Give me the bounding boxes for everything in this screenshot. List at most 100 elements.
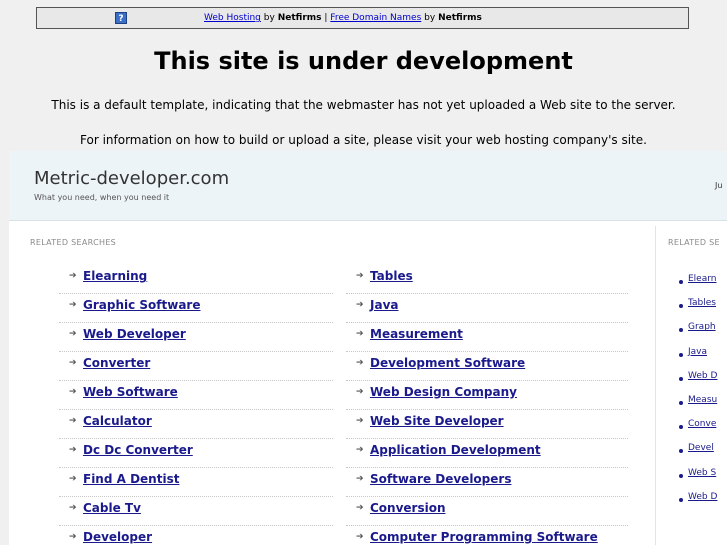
related-link-right[interactable]: ➔ Tables: [346, 265, 628, 294]
related-link-label[interactable]: Cable Tv: [83, 501, 141, 515]
side-related-link-label[interactable]: Graph: [688, 322, 716, 332]
related-link-left[interactable]: ➔ Find A Dentist: [59, 468, 333, 497]
related-link-right[interactable]: ➔ Development Software: [346, 352, 628, 381]
related-link-left[interactable]: ➔ Dc Dc Converter: [59, 439, 333, 468]
related-link-left[interactable]: ➔ Developer: [59, 526, 333, 545]
related-link-label[interactable]: Conversion: [370, 501, 446, 515]
by-text-1: by: [263, 13, 275, 23]
related-link-label[interactable]: Java: [370, 298, 398, 312]
free-domain-names-link[interactable]: Free Domain Names: [330, 13, 421, 23]
side-related-link-label[interactable]: Java: [688, 347, 707, 357]
related-link-label[interactable]: Web Site Developer: [370, 414, 504, 428]
bullet-icon: [679, 376, 683, 381]
side-related-link-label[interactable]: Web S: [688, 468, 716, 478]
bullet-icon: [679, 425, 683, 430]
related-link-left[interactable]: ➔ Web Software: [59, 381, 333, 410]
related-link-right[interactable]: ➔ Web Design Company: [346, 381, 628, 410]
related-link-right[interactable]: ➔ Conversion: [346, 497, 628, 526]
related-link-left[interactable]: ➔ Graphic Software: [59, 294, 333, 323]
bullet-icon: [679, 352, 683, 357]
related-link-label[interactable]: Measurement: [370, 327, 463, 341]
side-related-link-label[interactable]: Measu: [688, 395, 717, 405]
side-related-link-label[interactable]: Elearn: [688, 274, 717, 284]
arrow-right-icon: ➔: [69, 271, 77, 281]
related-link-label[interactable]: Elearning: [83, 269, 147, 283]
related-link-right[interactable]: ➔ Measurement: [346, 323, 628, 352]
related-link-label[interactable]: Tables: [370, 269, 413, 283]
arrow-right-icon: ➔: [356, 445, 364, 455]
related-link-label[interactable]: Converter: [83, 356, 150, 370]
arrow-right-icon: ➔: [356, 271, 364, 281]
arrow-right-icon: ➔: [69, 329, 77, 339]
arrow-right-icon: ➔: [69, 300, 77, 310]
arrow-right-icon: ➔: [356, 532, 364, 542]
related-link-right[interactable]: ➔ Computer Programming Software: [346, 526, 628, 545]
related-link-label[interactable]: Developer: [83, 530, 152, 544]
arrow-right-icon: ➔: [69, 445, 77, 455]
hosting-banner: ? Web Hosting by Netfirms | Free Domain …: [36, 7, 689, 29]
separator: |: [324, 13, 328, 23]
site-name: Metric-developer.com: [34, 168, 230, 189]
web-hosting-link[interactable]: Web Hosting: [204, 13, 261, 23]
notice-line-2: For information on how to build or uploa…: [80, 133, 647, 147]
related-searches-heading: RELATED SEARCHES: [30, 238, 117, 247]
arrow-right-icon: ➔: [69, 387, 77, 397]
related-link-right[interactable]: ➔ Software Developers: [346, 468, 628, 497]
arrow-right-icon: ➔: [356, 300, 364, 310]
help-icon[interactable]: ?: [115, 12, 127, 24]
bullet-icon: [679, 304, 683, 309]
side-related-link-label[interactable]: Web D: [688, 492, 717, 502]
site-tagline: What you need, when you need it: [34, 193, 170, 202]
netfirms-brand-2: Netfirms: [438, 13, 482, 23]
parked-domain-frame: Metric-developer.com What you need, when…: [9, 151, 727, 545]
arrow-right-icon: ➔: [356, 503, 364, 513]
arrow-right-icon: ➔: [356, 474, 364, 484]
site-header: Metric-developer.com What you need, when…: [9, 151, 727, 221]
by-text-2: by: [424, 13, 436, 23]
related-link-label[interactable]: Calculator: [83, 414, 152, 428]
related-link-left[interactable]: ➔ Web Developer: [59, 323, 333, 352]
arrow-right-icon: ➔: [69, 474, 77, 484]
related-link-label[interactable]: Development Software: [370, 356, 525, 370]
bullet-icon: [679, 473, 683, 478]
page-title: This site is under development: [154, 47, 573, 75]
related-link-label[interactable]: Software Developers: [370, 472, 511, 486]
related-link-right[interactable]: ➔ Java: [346, 294, 628, 323]
bullet-icon: [679, 401, 683, 405]
related-link-label[interactable]: Computer Programming Software: [370, 530, 598, 544]
header-corner-text: Ju: [715, 181, 723, 190]
arrow-right-icon: ➔: [69, 532, 77, 542]
arrow-right-icon: ➔: [69, 503, 77, 513]
arrow-right-icon: ➔: [69, 358, 77, 368]
side-related-link-label[interactable]: Web D: [688, 371, 717, 381]
related-link-label[interactable]: Dc Dc Converter: [83, 443, 193, 457]
side-related-link-label[interactable]: Tables: [688, 298, 716, 308]
related-link-right[interactable]: ➔ Application Development: [346, 439, 628, 468]
arrow-right-icon: ➔: [356, 416, 364, 426]
arrow-right-icon: ➔: [356, 358, 364, 368]
arrow-right-icon: ➔: [69, 416, 77, 426]
related-link-label[interactable]: Application Development: [370, 443, 541, 457]
related-link-label[interactable]: Web Software: [83, 385, 178, 399]
arrow-right-icon: ➔: [356, 329, 364, 339]
related-link-label[interactable]: Graphic Software: [83, 298, 201, 312]
arrow-right-icon: ➔: [356, 387, 364, 397]
bullet-icon: [679, 280, 683, 284]
related-link-label[interactable]: Web Design Company: [370, 385, 517, 399]
related-link-label[interactable]: Web Developer: [83, 327, 186, 341]
bullet-icon: [679, 328, 683, 333]
side-related-heading: RELATED SE: [668, 238, 720, 247]
banner-links: Web Hosting by Netfirms | Free Domain Na…: [204, 13, 482, 23]
related-link-right[interactable]: ➔ Web Site Developer: [346, 410, 628, 439]
related-link-left[interactable]: ➔ Cable Tv: [59, 497, 333, 526]
notice-line-1: This is a default template, indicating t…: [51, 98, 676, 112]
side-related-link-label[interactable]: Devel: [688, 443, 714, 453]
bullet-icon: [679, 449, 683, 454]
netfirms-brand-1: Netfirms: [277, 13, 322, 23]
side-related-link-label[interactable]: Conve: [688, 419, 716, 429]
related-link-left[interactable]: ➔ Calculator: [59, 410, 333, 439]
bullet-icon: [679, 497, 683, 502]
related-link-left[interactable]: ➔ Elearning: [59, 265, 333, 294]
related-link-label[interactable]: Find A Dentist: [83, 472, 179, 486]
related-link-left[interactable]: ➔ Converter: [59, 352, 333, 381]
